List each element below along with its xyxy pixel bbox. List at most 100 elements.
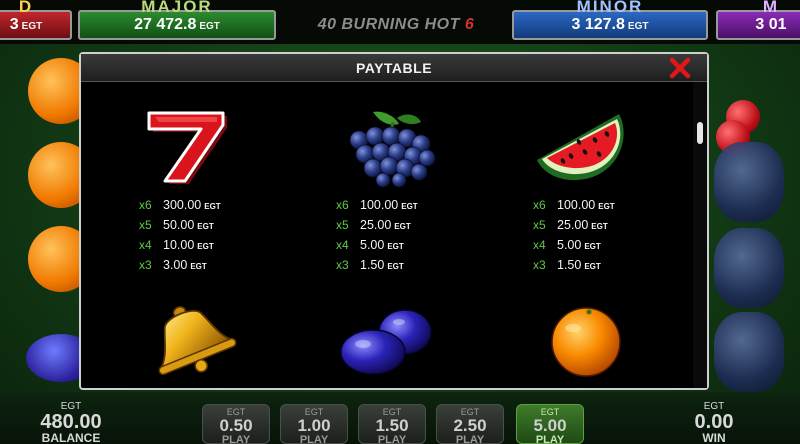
payout-amount: 50.00 [163,218,195,232]
payout-amount: 100.00 [557,198,596,212]
payout-row: x3 3.00 EGT [139,255,221,275]
dialog-header: PAYTABLE [81,54,707,82]
bet-label: PLAY [299,434,329,444]
bet-value: 5.00 [533,416,567,435]
jackpot-minor: MINOR 3 127.8 EGT [512,0,708,40]
payout-unit: EGT [584,262,601,271]
payout-amount: 5.00 [557,238,582,252]
jackpot-name: MAJOR [141,0,213,16]
payout-unit: EGT [591,222,608,231]
multiplier: x5 [139,218,152,232]
multiplier: x6 [533,198,546,212]
payout-row: x5 25.00 EGT [533,215,615,235]
payout-row: x6 100.00 EGT [336,195,418,215]
payout-row: x6 300.00 EGT [139,195,221,215]
jackpot-currency: EGT [199,21,220,32]
payout-list-watermelon: x6 100.00 EGT x5 25.00 EGT x4 5.00 EGT x3 1.50 E… [533,195,615,275]
reel-left [0,50,96,400]
multiplier: x5 [336,218,349,232]
orange-icon [551,307,621,377]
grapes-icon [349,111,436,188]
payout-row: x4 10.00 EGT [139,235,221,255]
payout-amount: 1.50 [360,258,385,272]
jackpot-currency: EGT [21,21,43,32]
payout-unit: EGT [394,222,411,231]
scrollbar-thumb[interactable] [697,122,703,144]
multiplier: x5 [533,218,546,232]
payout-row: x5 25.00 EGT [336,215,418,235]
bell-icon [158,306,237,376]
payout-amount: 25.00 [360,218,392,232]
jackpot-bar: D 3 EGT MAJOR 27 472.8 EGT 40 BURNING HOT … [0,0,800,44]
multiplier: x3 [139,258,152,272]
bet-label: PLAY [535,434,565,444]
win-display: EGT 0.00 WIN [676,402,752,444]
payout-row: x4 5.00 EGT [336,235,418,255]
payout-amount: 5.00 [360,238,385,252]
payout-unit: EGT [584,242,601,251]
payout-list-seven: x6 300.00 EGT x5 50.00 EGT x4 10.00 EGT x3 3.00… [139,195,221,275]
seven-icon [147,111,227,184]
payout-unit: EGT [204,202,221,211]
payout-amount: 300.00 [163,198,202,212]
payout-row: x6 100.00 EGT [533,195,615,215]
balance-label: BALANCE [41,431,101,444]
bet-label: PLAY [221,434,251,444]
multiplier: x3 [533,258,546,272]
game-title-text: 40 BURNING HOT [317,16,460,33]
payout-amount: 3.00 [163,258,188,272]
multiplier: x4 [139,238,152,252]
jackpot-value: 3 [9,16,19,33]
reel-right [710,50,800,400]
win-value: 0.00 [694,411,734,433]
payout-unit: EGT [197,242,214,251]
jackpot-value: 3 127.8 [571,16,625,33]
payout-unit: EGT [190,262,207,271]
jackpot-currency: EGT [627,21,649,32]
close-x-icon [669,57,691,79]
bet-button-5-00[interactable]: EGT 5.00 PLAY [516,404,584,444]
payout-row: x5 50.00 EGT [139,215,221,235]
bet-value: 2.50 [453,416,487,435]
bet-label: PLAY [455,434,485,444]
payout-unit: EGT [598,202,615,211]
jackpot-major: MAJOR 27 472.8 EGT [78,0,276,40]
jackpot-value: 27 472.8 [134,16,197,33]
bet-label: PLAY [377,434,407,444]
jackpot-name: M [762,0,780,16]
jackpot-mini: M 3 01 [716,0,800,40]
payout-unit: EGT [401,202,418,211]
close-button[interactable] [667,56,693,80]
paytable-dialog: PAYTABLE x6 300.00 EGT x5 50.00 EGT x4 10.00 E… [79,52,709,390]
plum-icon [340,309,432,375]
bet-button-2-50[interactable]: EGT 2.50 PLAY [436,404,504,444]
payout-amount: 25.00 [557,218,589,232]
balance-display: EGT 480.00 BALANCE [26,402,116,444]
payout-amount: 1.50 [557,258,582,272]
watermelon-icon [537,114,624,181]
grapes-icon [714,228,784,308]
multiplier: x3 [336,258,349,272]
bet-value: 1.00 [297,416,331,435]
bet-button-1-50[interactable]: EGT 1.50 PLAY [358,404,426,444]
payout-unit: EGT [387,242,404,251]
payout-amount: 10.00 [163,238,195,252]
balance-value: 480.00 [40,411,102,433]
jackpot-value: 3 01 [755,16,787,33]
jackpot-ltd: D 3 EGT [0,0,72,40]
multiplier: x6 [139,198,152,212]
payout-list-grapes: x6 100.00 EGT x5 25.00 EGT x4 5.00 EGT x3 1.50 E… [336,195,418,275]
payout-row: x4 5.00 EGT [533,235,615,255]
multiplier: x4 [336,238,349,252]
bet-button-1-00[interactable]: EGT 1.00 PLAY [280,404,348,444]
payout-unit: EGT [197,222,214,231]
payout-unit: EGT [387,262,404,271]
win-label: WIN [702,431,726,444]
dialog-title: PAYTABLE [355,60,433,76]
jackpot-name: MINOR [576,0,644,16]
grapes-icon [714,142,784,222]
jackpot-name: D [18,0,34,16]
multiplier: x6 [336,198,349,212]
scrollbar[interactable] [693,82,707,388]
bet-button-0-50[interactable]: EGT 0.50 PLAY [202,404,270,444]
